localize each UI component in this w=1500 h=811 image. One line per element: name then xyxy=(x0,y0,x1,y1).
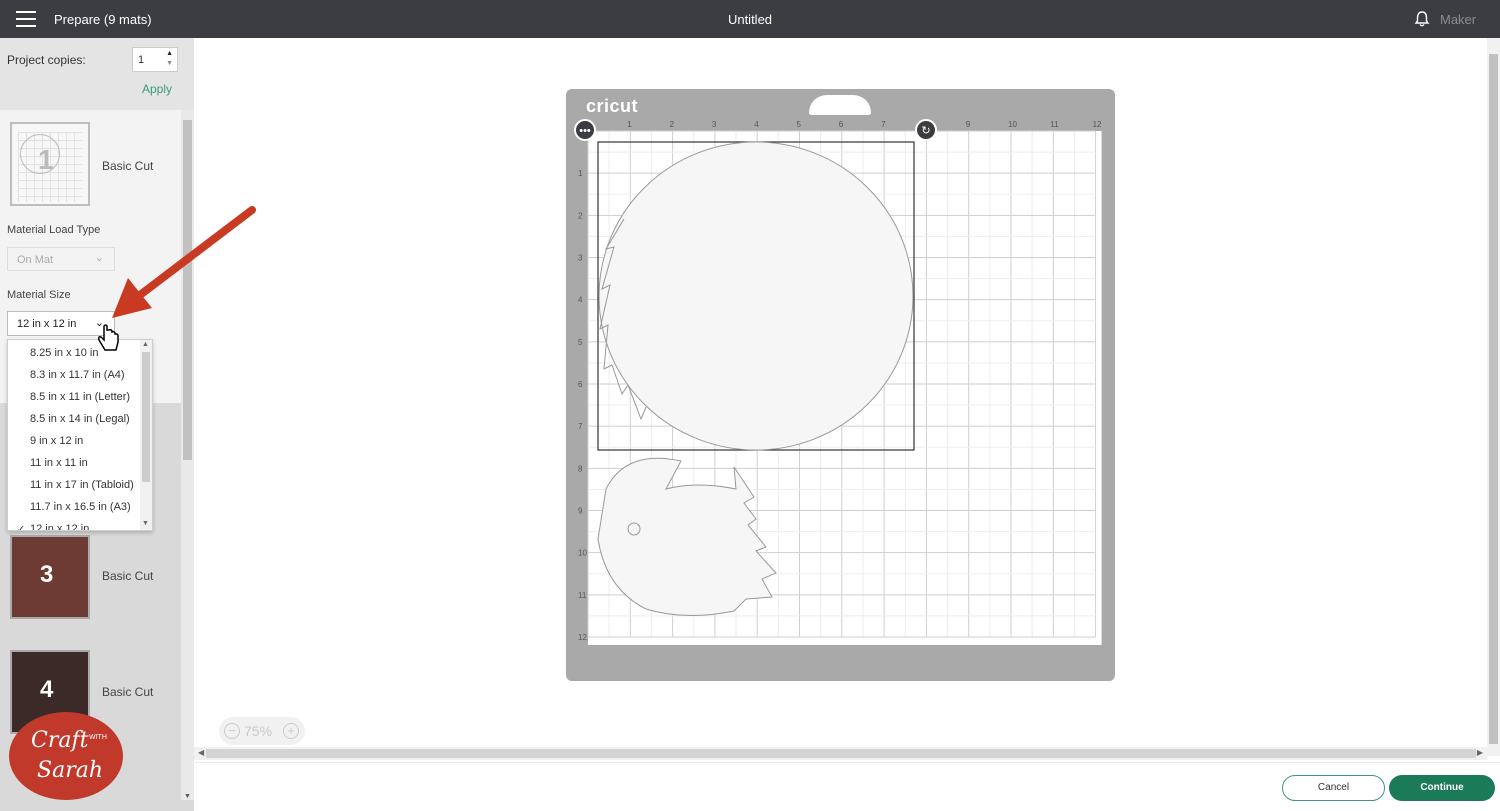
scroll-down-icon[interactable]: ▼ xyxy=(142,520,149,527)
ruler-label: 12 xyxy=(1093,120,1102,129)
hamburger-menu-icon[interactable] xyxy=(16,11,36,27)
material-size-dropdown[interactable]: 8.25 in x 10 in 8.3 in x 11.7 in (A4) 8.… xyxy=(7,339,153,531)
size-option[interactable]: 8.5 in x 11 in (Letter) xyxy=(30,391,130,403)
cutting-mat: cricut 123456789101112123456789101112 xyxy=(566,89,1115,681)
ruler-label: 11 xyxy=(578,591,587,600)
scrollbar-thumb[interactable] xyxy=(1489,54,1498,744)
ruler-label: 11 xyxy=(1050,120,1059,129)
more-options-icon[interactable]: ••• xyxy=(574,119,596,141)
mat-3-thumbnail[interactable]: 3 xyxy=(10,535,90,619)
dropdown-scrollbar[interactable]: ▲ ▼ xyxy=(140,340,152,530)
chevron-down-icon: ⌄ xyxy=(94,252,104,264)
scroll-up-icon[interactable]: ▲ xyxy=(142,341,149,348)
size-option-selected[interactable]: 12 in x 12 in xyxy=(30,523,89,530)
ruler-label: 6 xyxy=(578,380,583,389)
logo-text: Craft xyxy=(31,728,89,753)
ruler-label: 2 xyxy=(670,120,675,129)
ruler-label: 4 xyxy=(754,120,759,129)
ruler-label: 1 xyxy=(578,169,583,178)
ruler-label: 2 xyxy=(578,211,583,220)
rotate-icon[interactable]: ↻ xyxy=(915,119,937,141)
project-copies-value[interactable]: 1 xyxy=(138,54,144,66)
mat-number: 4 xyxy=(40,676,54,703)
ruler-label: 6 xyxy=(839,120,844,129)
zoom-control: − 75% + xyxy=(219,717,305,745)
ruler-label: 8 xyxy=(578,464,583,473)
scroll-right-icon[interactable]: ▶ xyxy=(1477,748,1483,757)
cancel-button[interactable]: Cancel xyxy=(1282,775,1385,801)
checkmark-icon: ✓ xyxy=(16,524,26,531)
mat-1-thumbnail[interactable]: 1 xyxy=(10,122,90,206)
increment-icon[interactable]: ▲ xyxy=(166,50,173,57)
bell-icon[interactable] xyxy=(1413,10,1431,28)
scrollbar-thumb[interactable] xyxy=(142,352,150,482)
ruler-label: 10 xyxy=(578,549,587,558)
ruler-label: 9 xyxy=(966,120,971,129)
ruler-label: 12 xyxy=(578,633,587,642)
scrollbar-thumb[interactable] xyxy=(183,120,192,460)
size-option[interactable]: 8.5 in x 14 in (Legal) xyxy=(30,413,130,425)
ruler-label: 7 xyxy=(578,422,583,431)
size-option[interactable]: 8.25 in x 10 in xyxy=(30,347,99,359)
material-load-type-label: Material Load Type xyxy=(7,224,101,236)
scroll-left-icon[interactable]: ◀ xyxy=(198,748,204,757)
apply-button[interactable]: Apply xyxy=(142,82,172,96)
mat-number: 1 xyxy=(38,144,54,175)
size-option[interactable]: 9 in x 12 in xyxy=(30,435,83,447)
ruler-label: 4 xyxy=(578,296,583,305)
mat-4-label: Basic Cut xyxy=(102,685,154,699)
top-bar: Prepare (9 mats) Untitled Maker xyxy=(0,0,1500,38)
hand-cursor-icon xyxy=(98,324,119,351)
size-option[interactable]: 11 in x 17 in (Tabloid) xyxy=(30,479,134,491)
sidebar-scrollbar[interactable]: ▼ xyxy=(181,110,194,800)
material-load-type-select: On Mat ⌄ xyxy=(7,247,115,271)
ruler-label: 5 xyxy=(797,120,802,129)
logo-text: Sarah xyxy=(37,758,103,783)
prepare-title: Prepare (9 mats) xyxy=(54,12,152,27)
design-circle xyxy=(598,141,914,451)
ruler-label: 10 xyxy=(1008,120,1017,129)
size-option[interactable]: 8.3 in x 11.7 in (A4) xyxy=(30,369,125,381)
machine-selector[interactable]: Maker xyxy=(1440,12,1476,27)
size-option[interactable]: 11.7 in x 16.5 in (A3) xyxy=(30,501,131,513)
ruler-label: 5 xyxy=(578,338,583,347)
continue-button[interactable]: Continue xyxy=(1389,775,1495,801)
ruler-label: 3 xyxy=(712,120,717,129)
mat-1-label: Basic Cut xyxy=(102,159,154,173)
logo-text: WITH xyxy=(89,734,107,741)
size-option[interactable]: 11 in x 11 in xyxy=(30,457,88,469)
material-size-label: Material Size xyxy=(7,289,71,301)
canvas-vertical-scrollbar[interactable] xyxy=(1487,38,1500,756)
ruler-label: 9 xyxy=(578,507,583,516)
ruler-label: 1 xyxy=(627,120,632,129)
project-copies-stepper[interactable]: 1 ▲ ▼ xyxy=(132,47,178,72)
project-copies-label: Project copies: xyxy=(7,53,86,67)
scrollbar-thumb[interactable] xyxy=(206,749,1476,758)
ruler-label: 3 xyxy=(578,254,583,263)
material-size-value: 12 in x 12 in xyxy=(17,318,77,330)
mat-number: 3 xyxy=(40,561,54,588)
scroll-down-icon[interactable]: ▼ xyxy=(184,793,191,800)
zoom-level: 75% xyxy=(244,723,273,739)
mat-3-label: Basic Cut xyxy=(102,569,154,583)
project-copies-panel: Project copies: 1 ▲ ▼ Apply xyxy=(0,38,194,110)
project-name: Untitled xyxy=(727,12,773,27)
canvas-horizontal-scrollbar[interactable]: ◀ ▶ xyxy=(194,747,1487,760)
material-load-type-value: On Mat xyxy=(17,254,54,266)
decrement-icon[interactable]: ▼ xyxy=(166,60,173,67)
mat-grid-svg: 123456789101112123456789101112 xyxy=(578,120,1102,645)
zoom-in-icon[interactable]: + xyxy=(283,723,299,739)
zoom-out-icon[interactable]: − xyxy=(224,723,240,739)
ruler-label: 7 xyxy=(881,120,886,129)
craft-with-sarah-logo: Craft WITH Sarah xyxy=(9,712,123,800)
